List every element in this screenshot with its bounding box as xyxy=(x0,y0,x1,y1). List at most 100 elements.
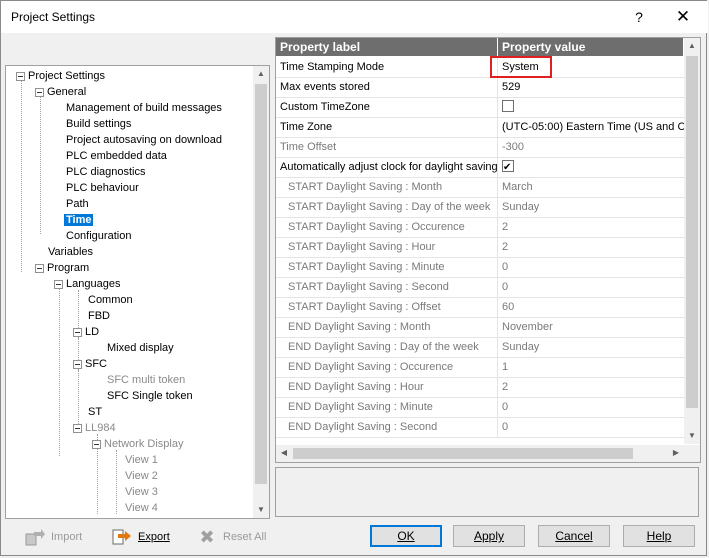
help-button[interactable]: Help xyxy=(623,525,695,547)
tree-item-management-build-messages[interactable]: Management of build messages xyxy=(64,100,224,116)
property-value-checkbox-cell xyxy=(498,98,684,117)
help-title-button[interactable]: ? xyxy=(627,5,651,29)
property-value-field[interactable]: 2 xyxy=(498,218,684,237)
tree-item-path[interactable]: Path xyxy=(64,196,91,212)
grid-hscroll-thumb[interactable] xyxy=(293,448,633,459)
tree-item-languages[interactable]: Languages xyxy=(50,276,122,292)
collapse-icon[interactable] xyxy=(54,280,63,289)
property-label: Time Zone xyxy=(276,118,498,137)
property-value-field[interactable]: 0 xyxy=(498,398,684,417)
row-start-hour[interactable]: START Daylight Saving : Hour 2 xyxy=(276,238,684,258)
tree-item-common[interactable]: Common xyxy=(86,292,135,308)
grid-vertical-scrollbar[interactable]: ▲ ▼ xyxy=(684,38,700,444)
import-button[interactable]: Import xyxy=(25,525,82,549)
row-time-offset[interactable]: Time Offset -300 xyxy=(276,138,684,158)
collapse-icon[interactable] xyxy=(92,440,101,449)
tree-item-view-4[interactable]: View 4 xyxy=(123,500,160,516)
property-value-field[interactable]: 0 xyxy=(498,258,684,277)
row-time-stamping-mode[interactable]: Time Stamping Mode System xyxy=(276,58,684,78)
collapse-icon[interactable] xyxy=(35,88,44,97)
scroll-down-icon[interactable]: ▼ xyxy=(684,428,700,444)
tree-item-configuration[interactable]: Configuration xyxy=(64,228,133,244)
tree-item-general[interactable]: General xyxy=(31,84,88,100)
property-value-field[interactable]: Sunday xyxy=(498,338,684,357)
scroll-up-icon[interactable]: ▲ xyxy=(684,38,700,54)
tree-item-sfc[interactable]: SFC xyxy=(69,356,109,372)
row-start-minute[interactable]: START Daylight Saving : Minute 0 xyxy=(276,258,684,278)
tree-item-ll984[interactable]: LL984 xyxy=(69,420,118,436)
tree-item-view-2[interactable]: View 2 xyxy=(123,468,160,484)
tree-item-network-display[interactable]: Network Display xyxy=(88,436,185,452)
header-property-value[interactable]: Property value xyxy=(498,38,684,56)
ok-button[interactable]: OK xyxy=(370,525,442,547)
tree-item-view-1[interactable]: View 1 xyxy=(123,452,160,468)
tree-item-fbd[interactable]: FBD xyxy=(86,308,112,324)
grid-horizontal-scrollbar[interactable]: ◀ ▶ xyxy=(276,445,684,462)
tree-scrollbar[interactable]: ▲ ▼ xyxy=(253,66,269,518)
collapse-icon[interactable] xyxy=(73,360,82,369)
tree-scroll-thumb[interactable] xyxy=(255,84,267,484)
tree-item-project-settings[interactable]: Project Settings xyxy=(12,68,107,84)
property-label: START Daylight Saving : Minute xyxy=(276,258,498,277)
tree-item-st[interactable]: ST xyxy=(86,404,104,420)
property-value-dropdown[interactable]: (UTC-05:00) Eastern Time (US and Ca xyxy=(498,118,684,137)
row-end-day-of-week[interactable]: END Daylight Saving : Day of the week Su… xyxy=(276,338,684,358)
tree-item-plc-behaviour[interactable]: PLC behaviour xyxy=(64,180,141,196)
tree-item-view-3[interactable]: View 3 xyxy=(123,484,160,500)
row-end-second[interactable]: END Daylight Saving : Second 0 xyxy=(276,418,684,438)
property-label: START Daylight Saving : Day of the week xyxy=(276,198,498,217)
collapse-icon[interactable] xyxy=(35,264,44,273)
row-end-minute[interactable]: END Daylight Saving : Minute 0 xyxy=(276,398,684,418)
row-time-zone[interactable]: Time Zone (UTC-05:00) Eastern Time (US a… xyxy=(276,118,684,138)
row-start-month[interactable]: START Daylight Saving : Month March xyxy=(276,178,684,198)
property-value-field[interactable]: 0 xyxy=(498,418,684,437)
close-button[interactable]: ✕ xyxy=(669,5,697,29)
collapse-icon[interactable] xyxy=(73,424,82,433)
property-value-field[interactable]: -300 xyxy=(498,138,684,157)
property-value-field[interactable]: 1 xyxy=(498,358,684,377)
tree-item-program[interactable]: Program xyxy=(31,260,91,276)
property-value-field[interactable]: Sunday xyxy=(498,198,684,217)
custom-timezone-checkbox[interactable] xyxy=(502,100,514,113)
header-property-label[interactable]: Property label xyxy=(276,38,498,56)
property-value-field[interactable]: March xyxy=(498,178,684,197)
tree-item-plc-embedded-data[interactable]: PLC embedded data xyxy=(64,148,169,164)
tree-item-plc-diagnostics[interactable]: PLC diagnostics xyxy=(64,164,148,180)
property-value-field[interactable]: 60 xyxy=(498,298,684,317)
property-value-field[interactable]: 2 xyxy=(498,238,684,257)
collapse-icon[interactable] xyxy=(16,72,25,81)
scroll-up-icon[interactable]: ▲ xyxy=(253,66,269,82)
row-start-offset[interactable]: START Daylight Saving : Offset 60 xyxy=(276,298,684,318)
tree-item-variables[interactable]: Variables xyxy=(46,244,95,260)
row-start-day-of-week[interactable]: START Daylight Saving : Day of the week … xyxy=(276,198,684,218)
scroll-down-icon[interactable]: ▼ xyxy=(253,502,269,518)
tree-item-sfc-single-token[interactable]: SFC Single token xyxy=(105,388,195,404)
export-button[interactable]: Export xyxy=(112,525,170,549)
property-value-field[interactable]: 0 xyxy=(498,278,684,297)
tree-item-sfc-multi-token[interactable]: SFC multi token xyxy=(105,372,187,388)
tree-item-project-autosaving[interactable]: Project autosaving on download xyxy=(64,132,224,148)
apply-button[interactable]: Apply xyxy=(453,525,525,547)
row-end-month[interactable]: END Daylight Saving : Month November xyxy=(276,318,684,338)
row-end-hour[interactable]: END Daylight Saving : Hour 2 xyxy=(276,378,684,398)
collapse-icon[interactable] xyxy=(73,328,82,337)
scroll-right-icon[interactable]: ▶ xyxy=(668,445,684,461)
row-end-occurence[interactable]: END Daylight Saving : Occurence 1 xyxy=(276,358,684,378)
property-value-field[interactable]: November xyxy=(498,318,684,337)
auto-adjust-checkbox[interactable] xyxy=(502,158,514,177)
tree-item-time[interactable]: Time xyxy=(64,212,94,228)
row-start-occurence[interactable]: START Daylight Saving : Occurence 2 xyxy=(276,218,684,238)
tree-item-ld[interactable]: LD xyxy=(69,324,101,340)
row-start-second[interactable]: START Daylight Saving : Second 0 xyxy=(276,278,684,298)
property-value-field[interactable]: 2 xyxy=(498,378,684,397)
row-max-events[interactable]: Max events stored 529 xyxy=(276,78,684,98)
tree-item-build-settings[interactable]: Build settings xyxy=(64,116,133,132)
row-custom-timezone[interactable]: Custom TimeZone xyxy=(276,98,684,118)
property-value-field[interactable]: 529 xyxy=(498,78,684,97)
tree-item-mixed-display[interactable]: Mixed display xyxy=(105,340,176,356)
row-auto-adjust-daylight[interactable]: Automatically adjust clock for daylight … xyxy=(276,158,684,178)
scroll-left-icon[interactable]: ◀ xyxy=(276,445,292,461)
grid-scroll-thumb[interactable] xyxy=(686,56,698,408)
reset-all-button[interactable]: ✖ Reset All xyxy=(197,525,266,549)
cancel-button[interactable]: Cancel xyxy=(538,525,610,547)
